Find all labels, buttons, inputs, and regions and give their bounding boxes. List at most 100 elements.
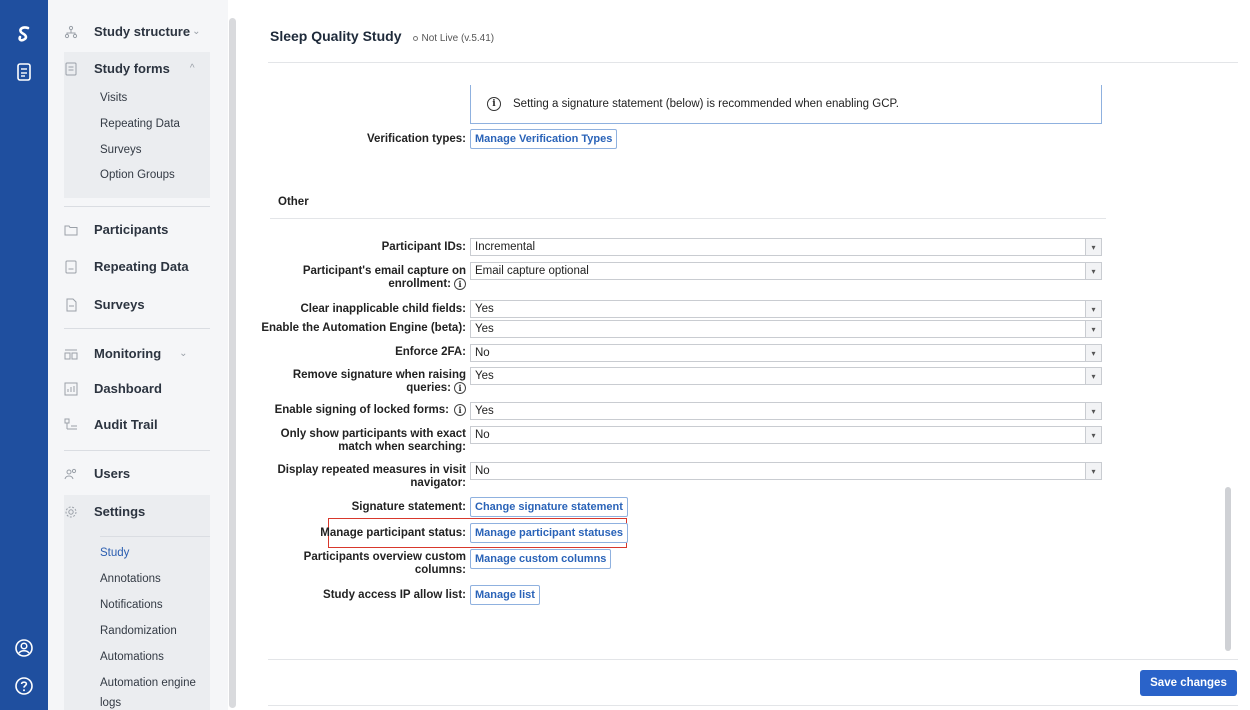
manage-ip-list-button[interactable]: Manage list <box>470 585 540 605</box>
app-logo-icon[interactable] <box>12 22 36 46</box>
manage-verification-types-button[interactable]: Manage Verification Types <box>470 129 618 149</box>
repeating-data-icon <box>64 260 78 274</box>
sidebar-subitem-surveys[interactable]: Surveys <box>100 144 142 156</box>
locked-signing-label: Enable signing of locked forms: i <box>275 404 466 417</box>
chevron-down-icon: ▾ <box>1085 427 1101 443</box>
automation-engine-label: Enable the Automation Engine (beta): <box>261 322 466 334</box>
select-value: Yes <box>475 370 494 382</box>
manage-participant-statuses-button[interactable]: Manage participant statuses <box>470 523 628 543</box>
select-value: Yes <box>475 303 494 315</box>
select-value: No <box>475 347 490 359</box>
divider <box>100 536 210 537</box>
sidebar-subitem-visits[interactable]: Visits <box>100 92 127 104</box>
sidebar-label: Participants <box>94 222 169 237</box>
gcp-note-text: Setting a signature statement (below) is… <box>513 98 899 110</box>
manage-custom-columns-button[interactable]: Manage custom columns <box>470 549 612 569</box>
email-capture-select[interactable]: Email capture optional ▾ <box>470 262 1102 280</box>
chevron-down-icon: ▾ <box>1085 368 1101 384</box>
sidebar-subitem-annotations[interactable]: Annotations <box>100 573 161 585</box>
survey-icon <box>64 298 78 312</box>
sidebar-label: Dashboard <box>94 381 162 396</box>
remove-signature-label: Remove signature when raising queries: i <box>293 369 466 395</box>
exact-match-label: Only show participants with exact match w… <box>281 428 466 454</box>
chevron-down-icon: ▾ <box>1085 263 1101 279</box>
sidebar-item-study-forms[interactable]: Study forms ^ <box>64 61 212 76</box>
label-line: match when searching: <box>338 441 466 453</box>
folder-icon <box>64 223 78 237</box>
sidebar-item-surveys[interactable]: Surveys <box>64 297 212 312</box>
participant-ids-label: Participant IDs: <box>381 241 466 253</box>
sidebar-subitem-automation-engine-logs[interactable]: logs <box>100 697 121 709</box>
sidebar-item-dashboard[interactable]: Dashboard <box>64 381 212 396</box>
sidebar-subitem-study[interactable]: Study <box>100 547 129 559</box>
sidebar-subitem-automation-engine[interactable]: Automation engine <box>100 677 196 689</box>
enforce-2fa-select[interactable]: No ▾ <box>470 344 1102 362</box>
label-line: Display repeated measures in visit <box>277 464 466 476</box>
participant-ids-select[interactable]: Incremental ▾ <box>470 238 1102 256</box>
divider <box>64 450 210 451</box>
verification-label: Verification types: <box>366 133 466 145</box>
clear-fields-label: Clear inapplicable child fields: <box>300 303 466 315</box>
sidebar-label: Monitoring <box>94 346 162 361</box>
sidebar-scrollbar[interactable] <box>229 18 236 708</box>
enforce-2fa-label: Enforce 2FA: <box>395 346 466 358</box>
status-badge: Not Live (v.5.41) <box>413 33 494 44</box>
label-line: Enable signing of locked forms: <box>274 404 449 417</box>
sidebar-label: Users <box>94 466 131 481</box>
exact-match-select[interactable]: No ▾ <box>470 426 1102 444</box>
email-capture-label: Participant's email capture on enrollment… <box>303 265 466 291</box>
locked-signing-select[interactable]: Yes ▾ <box>470 402 1102 420</box>
label-line: Participants overview custom <box>303 551 466 563</box>
automation-engine-select[interactable]: Yes ▾ <box>470 320 1102 338</box>
chevron-down-icon: ▾ <box>1085 301 1101 317</box>
structure-icon <box>64 25 78 39</box>
sidebar-item-repeating-data[interactable]: Repeating Data <box>64 259 212 274</box>
sidebar-subitem-randomization[interactable]: Randomization <box>100 625 177 637</box>
sidebar-subitem-option-groups[interactable]: Option Groups <box>100 169 175 181</box>
clear-fields-select[interactable]: Yes ▾ <box>470 300 1102 318</box>
select-value: Yes <box>475 323 494 335</box>
sidebar-item-participants[interactable]: Participants <box>64 222 212 237</box>
select-value: Email capture optional <box>475 265 589 277</box>
sidebar-item-users[interactable]: Users <box>64 466 212 481</box>
sidebar-subitem-notifications[interactable]: Notifications <box>100 599 163 611</box>
page-header: Sleep Quality Study Not Live (v.5.41) <box>270 28 494 44</box>
status-dot-icon <box>413 35 419 41</box>
sidebar-subitem-repeating-data[interactable]: Repeating Data <box>100 118 180 130</box>
info-icon[interactable]: i <box>454 278 466 290</box>
help-icon[interactable] <box>12 674 36 698</box>
sidebar-label: Study structure <box>94 24 191 39</box>
sidebar-item-settings[interactable]: Settings <box>64 504 212 519</box>
studies-list-icon[interactable] <box>12 60 36 84</box>
info-icon[interactable]: i <box>454 382 466 394</box>
info-icon[interactable]: i <box>454 404 466 416</box>
chevron-down-icon: ⌄ <box>192 26 201 37</box>
label-line: Remove signature when raising <box>292 369 466 381</box>
chevron-down-icon: ▾ <box>1085 403 1101 419</box>
remove-signature-select[interactable]: Yes ▾ <box>470 367 1102 385</box>
change-signature-statement-button[interactable]: Change signature statement <box>470 497 628 517</box>
sidebar-item-audit-trail[interactable]: Audit Trail <box>64 417 212 432</box>
divider <box>64 328 210 329</box>
account-icon[interactable] <box>12 636 36 660</box>
sidebar-label: Surveys <box>94 297 145 312</box>
custom-columns-label: Participants overview custom columns: <box>304 551 466 577</box>
dashboard-icon <box>64 382 78 396</box>
users-icon <box>64 467 78 481</box>
divider <box>64 206 210 207</box>
audit-trail-icon <box>64 418 78 432</box>
sidebar-label: Study forms <box>94 61 170 76</box>
info-icon: i <box>487 97 501 111</box>
section-divider <box>270 218 1106 219</box>
repeated-measures-select[interactable]: No ▾ <box>470 462 1102 480</box>
sidebar-subitem-automations[interactable]: Automations <box>100 651 164 663</box>
sidebar-item-monitoring[interactable]: Monitoring ⌄ <box>64 346 212 361</box>
chevron-down-icon: ⌄ <box>179 348 188 359</box>
select-value: Incremental <box>475 241 536 253</box>
save-changes-button[interactable]: Save changes <box>1140 670 1237 696</box>
section-title-other: Other <box>278 196 309 208</box>
sidebar-item-study-structure[interactable]: Study structure ⌄ <box>64 24 212 39</box>
participant-status-label: Manage participant status: <box>320 527 466 539</box>
main-scrollbar[interactable] <box>1225 487 1231 651</box>
select-value: No <box>475 465 490 477</box>
